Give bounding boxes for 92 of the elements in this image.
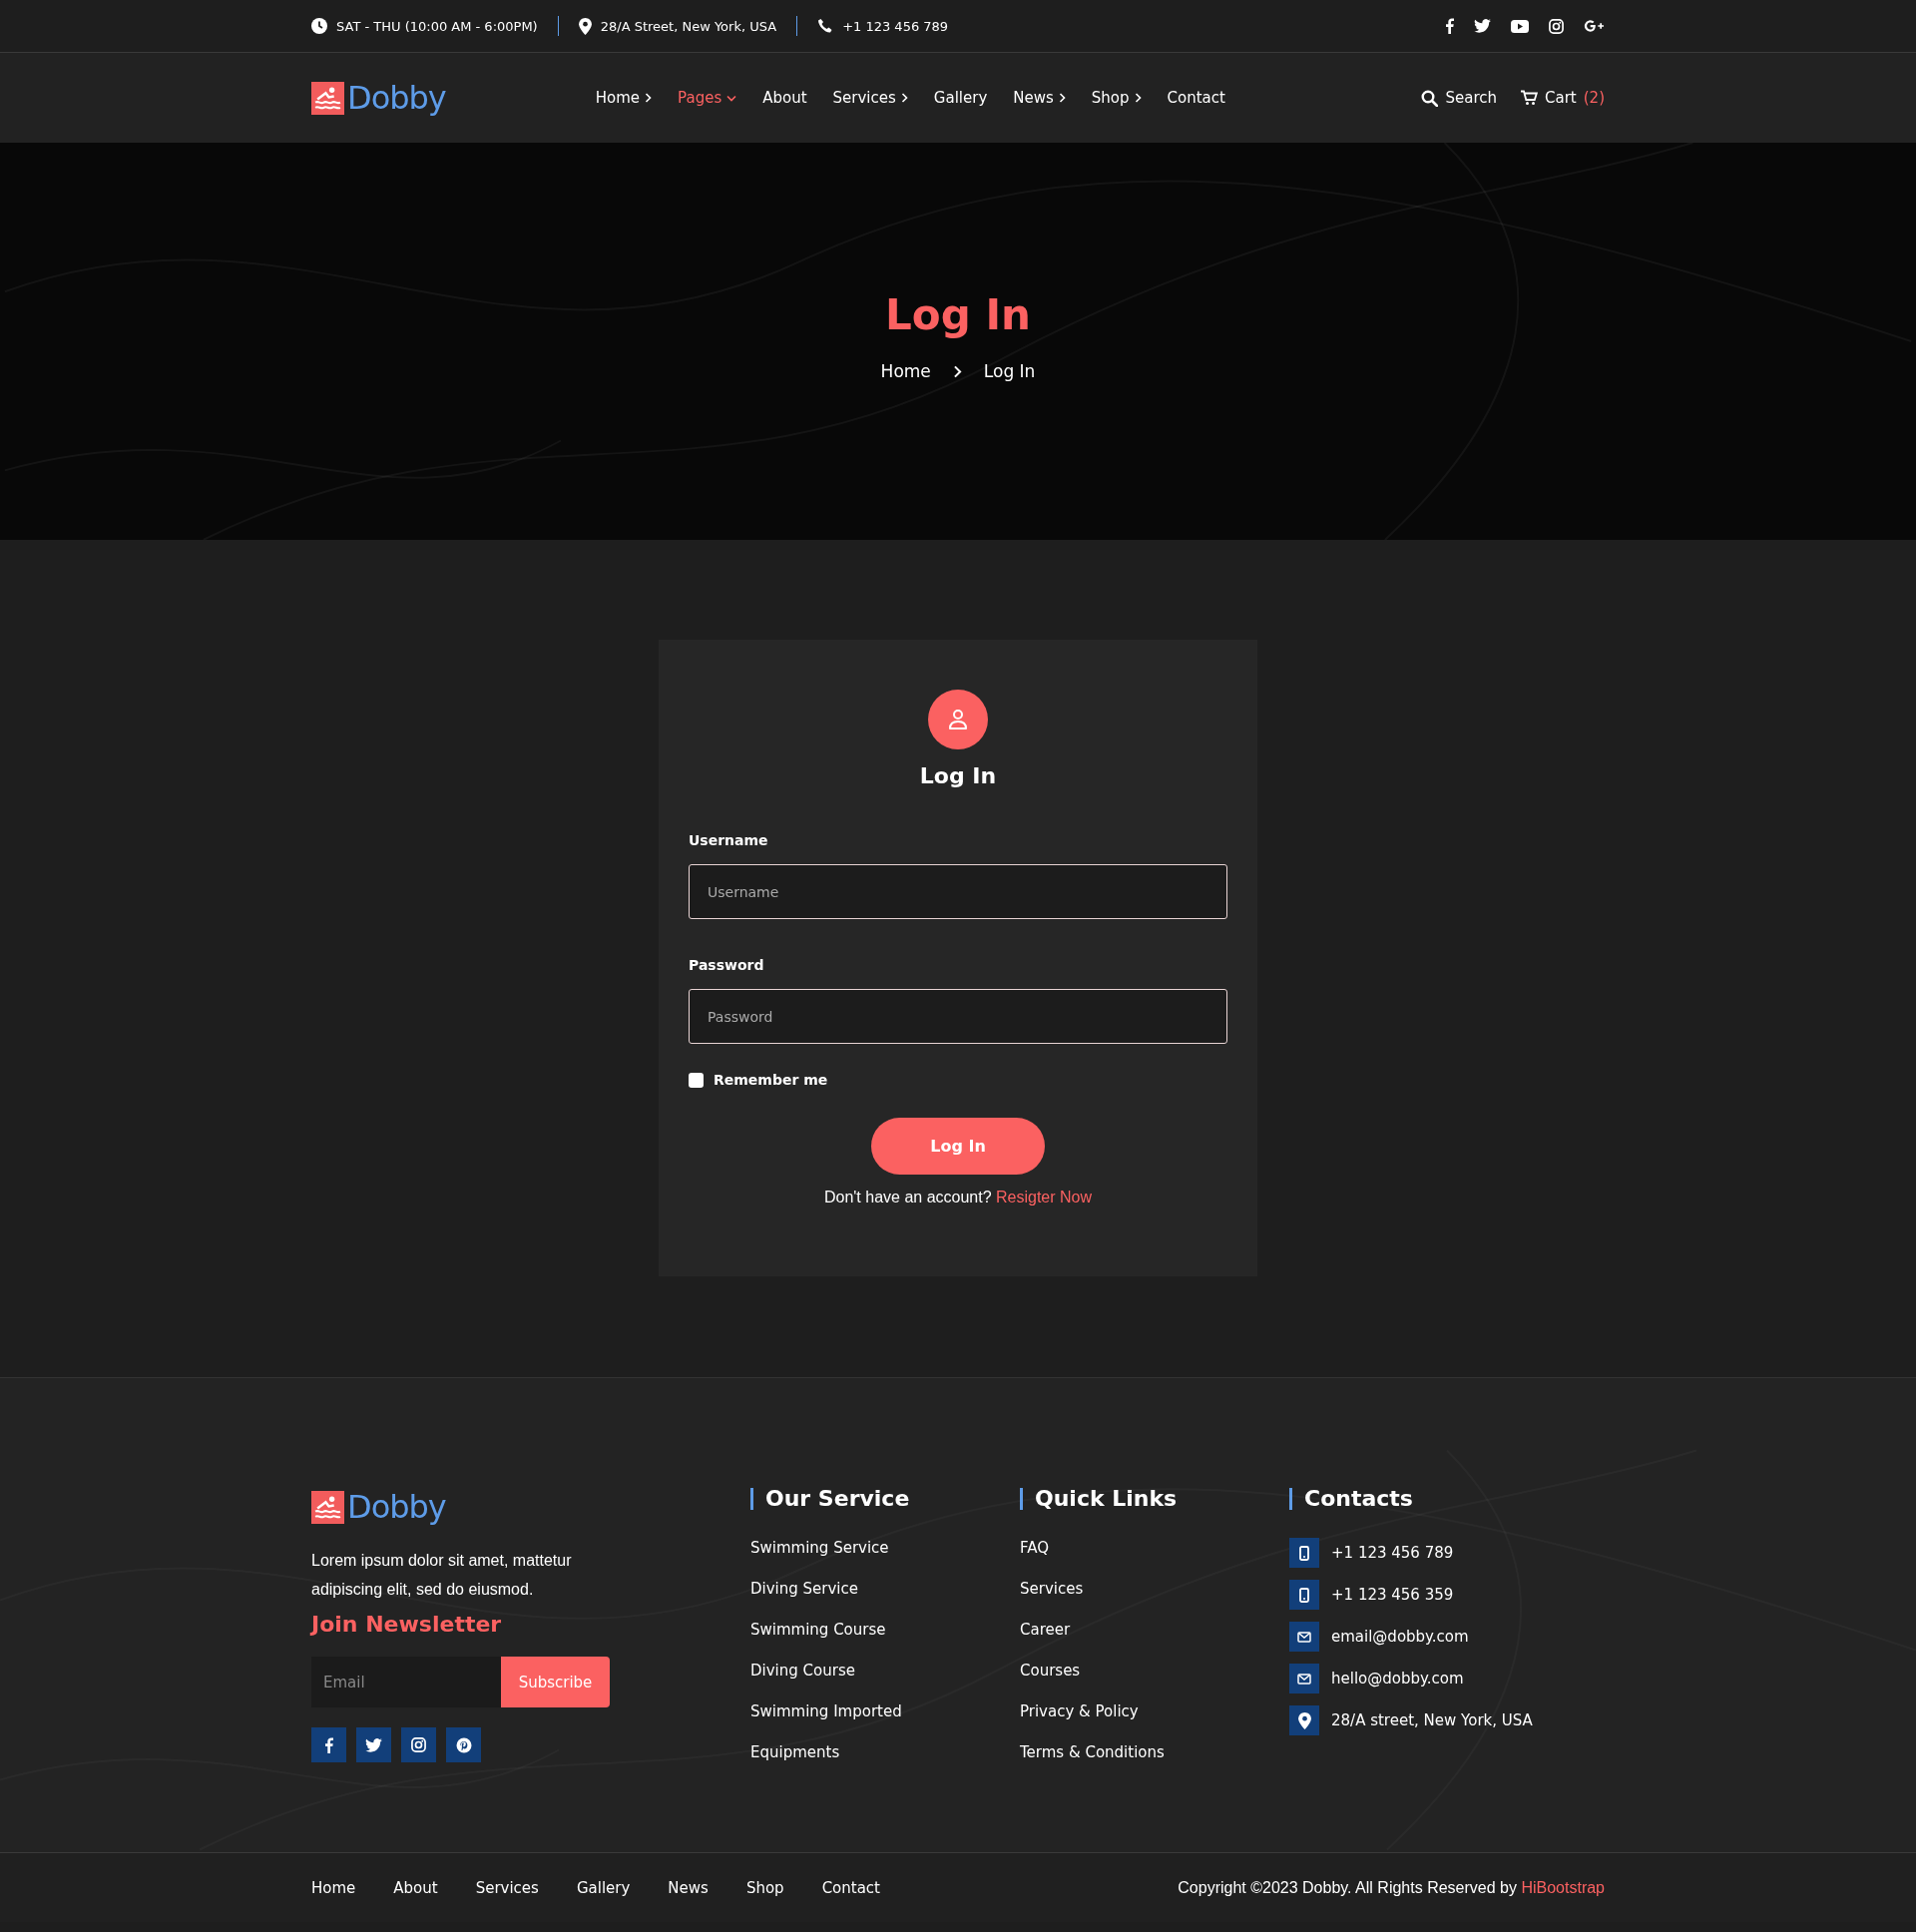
logo-text[interactable]: Dobby (347, 1488, 446, 1526)
contact-text: hello@dobby.com (1331, 1670, 1464, 1688)
phone-number: +1 123 456 789 (842, 18, 949, 34)
phone-icon (817, 18, 834, 34)
mobile-phone-icon (1299, 1587, 1309, 1603)
chevron-right-icon (952, 364, 962, 378)
nav-link[interactable]: Contact (1167, 89, 1225, 107)
cart-icon (1521, 90, 1539, 106)
address-text: 28/A Street, New York, USA (600, 18, 777, 34)
footer-nav-link[interactable]: Shop (745, 1879, 784, 1897)
footer-link[interactable]: FAQ (1020, 1539, 1050, 1557)
footer-link[interactable]: Career (1020, 1621, 1071, 1639)
chevron-right-icon (900, 93, 908, 103)
column-heading: Quick Links (1020, 1488, 1289, 1510)
footer-link[interactable]: Equipments (750, 1743, 840, 1761)
newsletter-heading: Join Newsletter (311, 1612, 503, 1637)
facebook-icon (324, 1736, 333, 1753)
signup-prompt: Don't have an account? Resigter Now (822, 1189, 1094, 1207)
checkbox[interactable] (689, 1072, 704, 1088)
pinterest-icon (455, 1736, 472, 1753)
twitter-icon[interactable] (1474, 19, 1491, 33)
chevron-right-icon (1134, 93, 1142, 103)
envelope-icon (1297, 1673, 1311, 1685)
contact-text: 28/A street, New York, USA (1331, 1711, 1533, 1729)
social-button[interactable] (401, 1727, 436, 1762)
footer-link[interactable]: Swimming Course (750, 1621, 886, 1639)
input-field[interactable]: Username (689, 864, 1227, 919)
register-link[interactable]: Resigter Now (996, 1189, 1093, 1206)
video-play-icon[interactable] (1511, 19, 1529, 33)
instagram-icon[interactable] (1549, 18, 1564, 34)
footer-link[interactable]: Diving Service (750, 1580, 858, 1598)
cart-count: (2) (1583, 89, 1605, 107)
nav-link[interactable]: Shop (1091, 89, 1142, 107)
chevron-down-icon (726, 94, 737, 102)
nav-link[interactable]: Home (595, 89, 653, 107)
nav-link[interactable]: News (1013, 89, 1066, 107)
footer-link[interactable]: Swimming Imported (750, 1702, 902, 1720)
about-text: Lorem ipsum dolor sit amet, mattetur adipiscing elit, sed do eiusmod. (311, 1551, 573, 1600)
opening-hours: SAT - THU (10:00 AM - 6:00PM) (336, 18, 538, 34)
nav-link[interactable]: About (762, 89, 807, 107)
column-heading: Our Service (750, 1488, 1020, 1510)
footer-link[interactable]: Privacy & Policy (1020, 1702, 1139, 1720)
footer-link[interactable]: Courses (1020, 1662, 1081, 1680)
breadcrumb-item: Log In (983, 361, 1036, 381)
nav-link[interactable]: Services (832, 89, 908, 107)
field-label: Username (689, 832, 769, 848)
footer-nav-link[interactable]: Services (475, 1879, 539, 1897)
breadcrumb-item[interactable]: Home (880, 361, 931, 381)
footer-link[interactable]: Terms & Conditions (1020, 1743, 1165, 1761)
input-field[interactable]: Password (689, 989, 1227, 1044)
email-field[interactable]: Email (311, 1657, 501, 1707)
footer-nav-link[interactable]: About (393, 1879, 438, 1897)
chevron-right-icon (1058, 93, 1066, 103)
clock-icon (311, 18, 327, 34)
location-pin-icon (578, 17, 592, 35)
footer-link[interactable]: Swimming Service (750, 1539, 889, 1557)
checkbox-label[interactable]: Remember me (714, 1072, 828, 1088)
swimmer-logo-icon (311, 1490, 344, 1524)
envelope-icon (1297, 1631, 1311, 1643)
copyright-text: Copyright ©2023 Dobby. All Rights Reserved by HiBootstrap (1178, 1879, 1605, 1897)
footer-nav-link[interactable]: Contact (821, 1879, 880, 1897)
field-label: Password (689, 957, 765, 973)
search-link[interactable]: Search (1421, 89, 1498, 107)
form-title: Log In (918, 763, 998, 788)
contact-text: +1 123 456 789 (1331, 1544, 1454, 1562)
social-button[interactable] (356, 1727, 391, 1762)
footer-link[interactable]: Diving Course (750, 1662, 855, 1680)
cart-link[interactable]: Cart (1545, 89, 1577, 107)
footer-nav-link[interactable]: News (668, 1879, 709, 1897)
page-title: Log In (885, 290, 1031, 339)
twitter-icon (365, 1737, 382, 1752)
social-button[interactable] (311, 1727, 346, 1762)
swimmer-logo-icon (311, 81, 344, 115)
location-pin-icon (1297, 1711, 1311, 1729)
social-button[interactable] (446, 1727, 481, 1762)
logo-text[interactable]: Dobby (347, 79, 446, 117)
column-heading: Contacts (1289, 1488, 1589, 1510)
google-plus-icon[interactable] (1584, 19, 1605, 33)
instagram-icon (411, 1737, 426, 1752)
footer-link[interactable]: Services (1020, 1580, 1084, 1598)
footer-nav-link[interactable]: Home (311, 1879, 356, 1897)
chevron-right-icon (645, 93, 653, 103)
facebook-icon[interactable] (1445, 18, 1454, 34)
nav-link[interactable]: Pages (678, 89, 737, 107)
credit-link[interactable]: HiBootstrap (1521, 1879, 1605, 1896)
footer-nav-link[interactable]: Gallery (576, 1879, 631, 1897)
user-icon (947, 709, 969, 730)
nav-link[interactable]: Gallery (933, 89, 988, 107)
search-icon (1421, 89, 1439, 107)
mobile-phone-icon (1299, 1545, 1309, 1561)
contact-text: email@dobby.com (1331, 1628, 1469, 1646)
contact-text: +1 123 456 359 (1331, 1586, 1454, 1604)
